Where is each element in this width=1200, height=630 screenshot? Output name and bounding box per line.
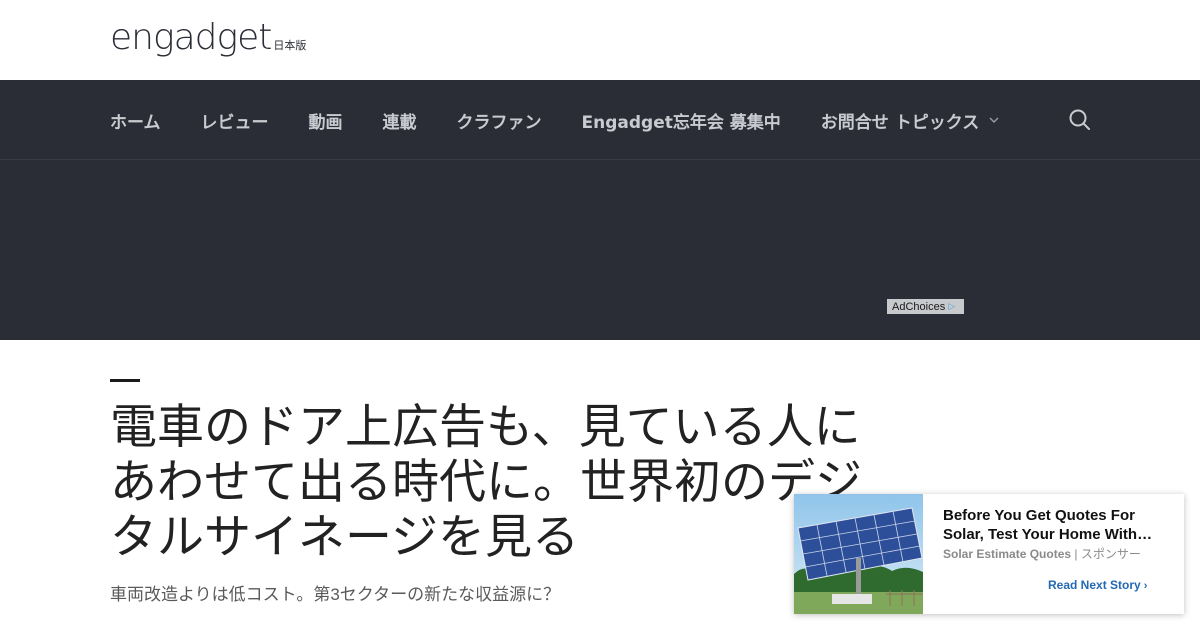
- nav-item-label: ホーム: [110, 112, 161, 133]
- sponsored-promo-card[interactable]: Before You Get Quotes For Solar, Test Yo…: [794, 494, 1184, 614]
- nav-item-label: クラファン: [456, 112, 542, 133]
- adchoices-label: AdChoices: [892, 300, 946, 313]
- search-icon[interactable]: [1068, 108, 1092, 132]
- nav-item-home[interactable]: ホーム: [110, 108, 161, 133]
- promo-sponsor-label: スポンサー: [1080, 547, 1141, 561]
- promo-separator: |: [1074, 547, 1078, 561]
- nav-item-crowdfunding[interactable]: クラファン: [457, 108, 542, 133]
- logo-wordmark: engadget: [110, 17, 272, 58]
- nav-item-label: Engadget忘年会 募集中: [581, 112, 781, 133]
- site-header: engadget 日本版: [0, 0, 1200, 80]
- nav-item-label: レビュー: [200, 112, 269, 133]
- chevron-right-icon: ›: [1143, 580, 1148, 592]
- main-nav: ホーム レビュー 動画 連載 クラファン Engadget忘年会 募集中 お問合…: [0, 80, 1200, 160]
- promo-meta: Solar Estimate Quotes | スポンサー: [943, 545, 1141, 562]
- nav-list: ホーム レビュー 動画 連載 クラファン Engadget忘年会 募集中 お問合…: [110, 80, 1039, 160]
- nav-item-review[interactable]: レビュー: [201, 108, 269, 133]
- promo-title-line: Before You Get Quotes For: [943, 507, 1135, 524]
- read-next-story-link[interactable]: Read Next Story ›: [1048, 578, 1147, 592]
- ad-banner-area: [0, 160, 1200, 340]
- nav-item-label: 動画: [308, 112, 343, 133]
- nav-item-label: 連載: [382, 112, 417, 133]
- nav-item-video[interactable]: 動画: [309, 108, 343, 133]
- nav-item-party[interactable]: Engadget忘年会 募集中: [582, 108, 781, 133]
- adchoices-badge[interactable]: AdChoices ▷: [887, 299, 964, 314]
- nav-item-label: お問合せ トピックス: [820, 112, 980, 133]
- promo-title-line: Solar, Test Your Home With…: [943, 526, 1153, 543]
- article-headline: 電車のドア上広告も、見ている人にあわせて出る時代に。世界初のデジタルサイネージを…: [110, 400, 862, 565]
- site-logo[interactable]: engadget 日本版: [110, 20, 306, 56]
- adchoices-icon: ▷: [948, 301, 956, 311]
- chevron-down-icon: [989, 115, 999, 126]
- article-subheadline: 車両改造よりは低コスト。第3セクターの新たな収益源に？: [110, 585, 561, 604]
- promo-advertiser: Solar Estimate Quotes: [943, 547, 1072, 561]
- title-accent-rule: [110, 379, 140, 382]
- read-next-label: Read Next Story: [1048, 578, 1141, 592]
- logo-edition: 日本版: [273, 39, 307, 52]
- promo-title[interactable]: Before You Get Quotes For Solar, Test Yo…: [943, 506, 1158, 544]
- nav-item-topics-dropdown[interactable]: お問合せ トピックス: [821, 108, 999, 133]
- nav-item-series[interactable]: 連載: [383, 108, 417, 133]
- solar-panel-image: [794, 494, 923, 614]
